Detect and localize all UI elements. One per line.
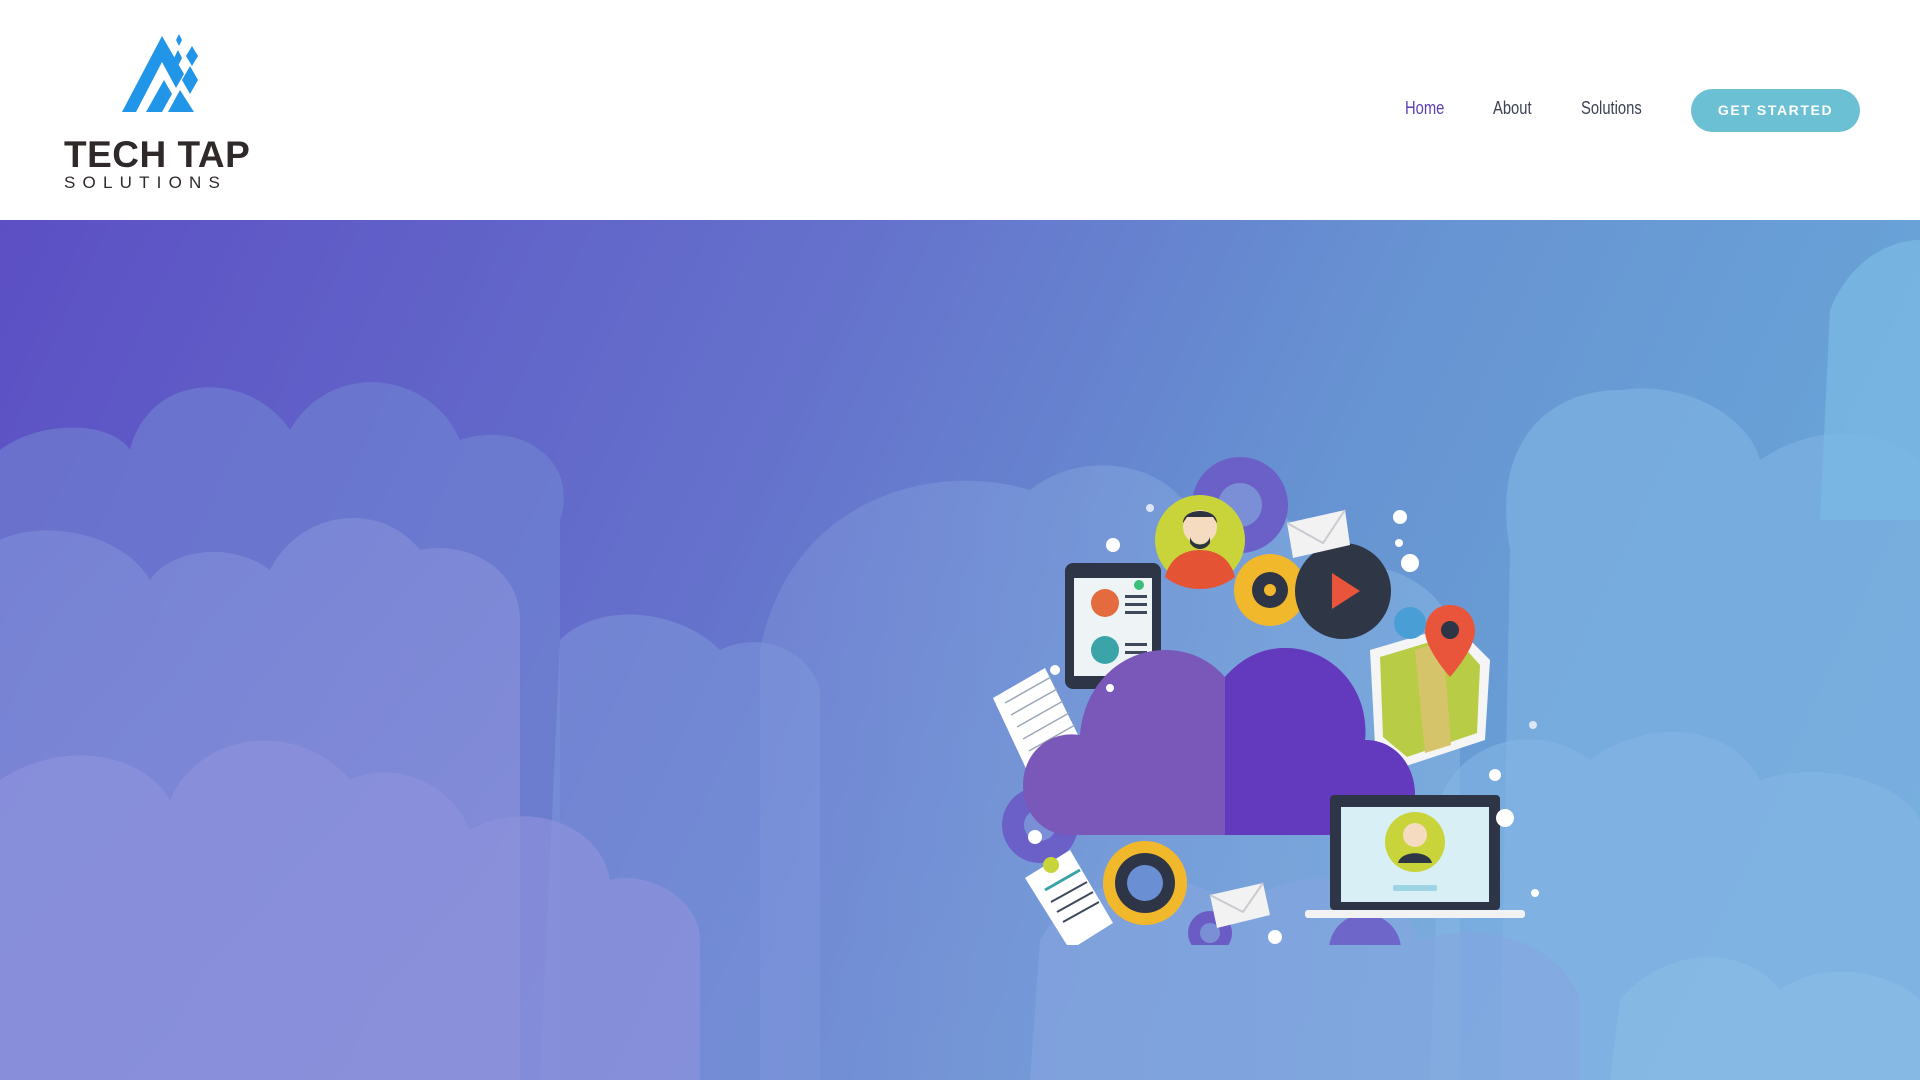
site-header: TECH TAP SOLUTIONS Home About Solutions … [0,0,1920,220]
laptop-icon [1305,795,1525,918]
cloud-computing-illustration [993,457,1539,945]
nav-home-link[interactable]: Home [1405,96,1444,120]
play-icon [1295,543,1391,639]
gear-icon [1103,841,1187,925]
hero-section [0,220,1920,1080]
nav-about-link[interactable]: About [1493,96,1532,120]
logo-mountain-icon [122,34,198,112]
nav-solutions-link[interactable]: Solutions [1581,96,1642,120]
envelope-icon [1209,882,1270,928]
user-avatar-icon [1155,495,1245,589]
get-started-button[interactable]: GET STARTED [1691,89,1860,132]
logo-title: TECH TAP [64,134,251,175]
logo-tagline: SOLUTIONS [64,173,228,192]
document-icon [1025,850,1113,945]
hero-clouds-background [0,240,1920,1080]
logo[interactable]: TECH TAP SOLUTIONS [64,28,260,193]
gear-icon [1329,914,1401,945]
gear-icon [1394,607,1426,639]
